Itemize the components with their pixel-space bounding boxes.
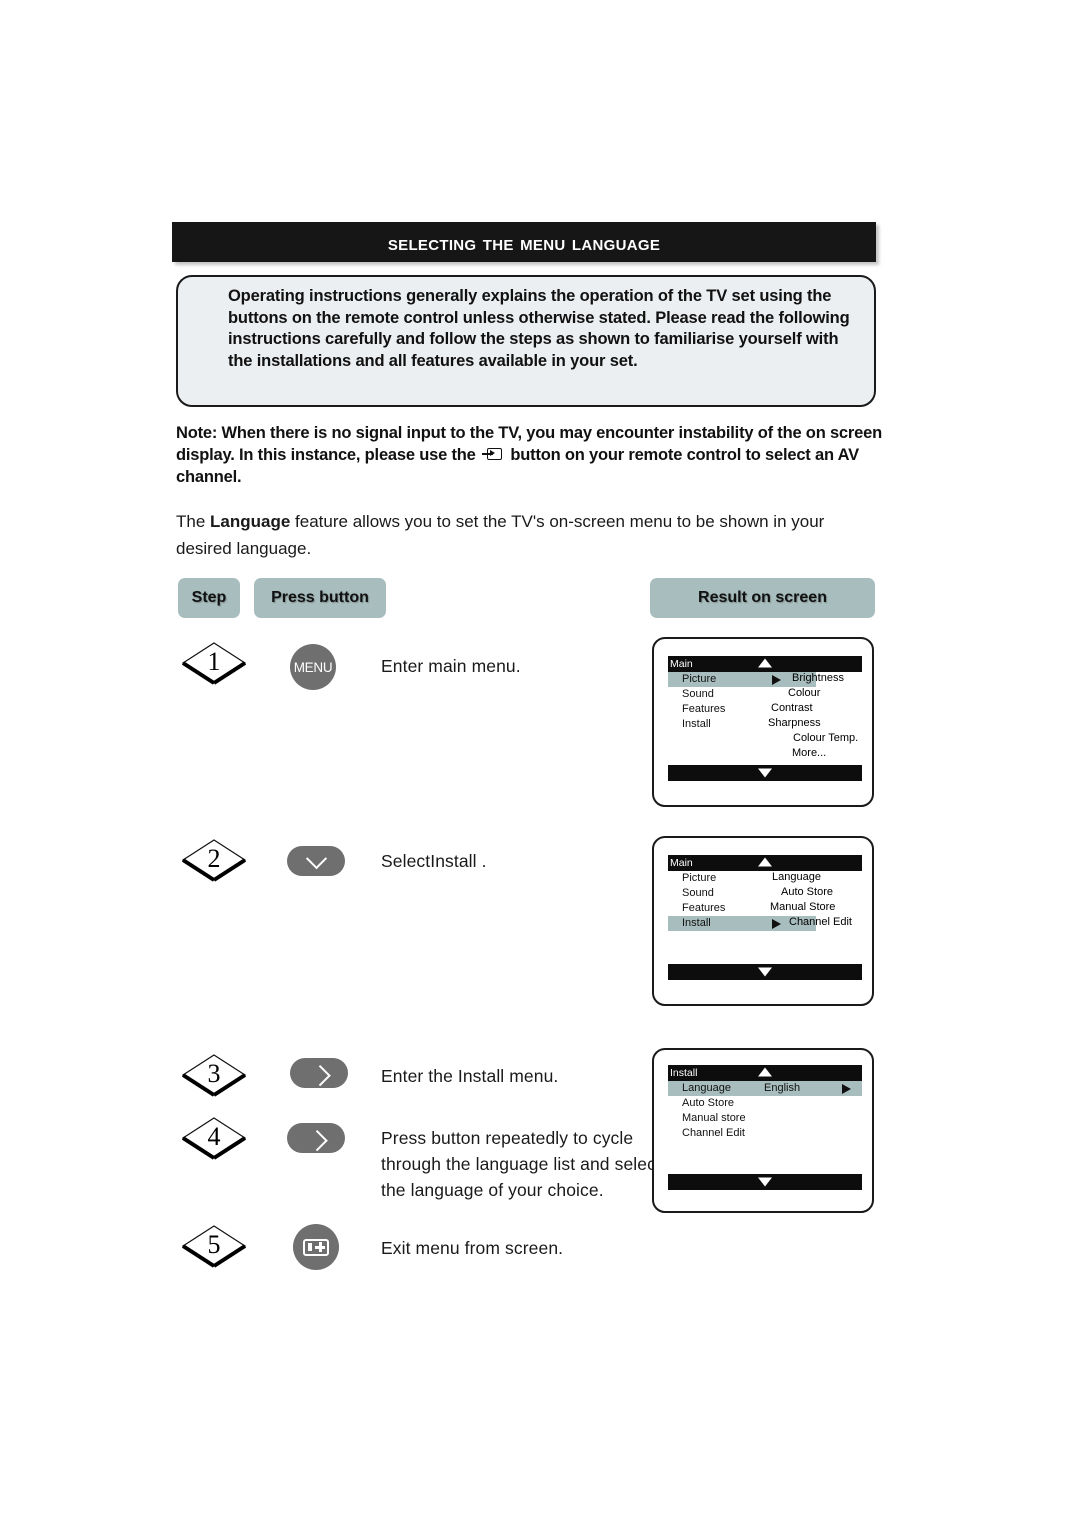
osd-menu-1: Main Picture Sound Features Install Brig… (668, 656, 862, 781)
osd-submenu-item[interactable]: Language (772, 871, 821, 883)
scroll-down-icon (758, 768, 772, 778)
osd-row-left: Channel Edit (682, 1127, 745, 1139)
osd-header-bar-1: Main (668, 656, 862, 672)
osd-submenu-item[interactable]: Contrast (771, 702, 813, 714)
step-number-1: 1 (207, 647, 221, 676)
osd-row-left: Sound (682, 688, 714, 700)
osd-row-left: Install (682, 917, 711, 929)
osd-row-value[interactable]: English (764, 1081, 800, 1096)
osd-row[interactable]: Sound (668, 687, 862, 702)
menu-button[interactable]: MENU (290, 644, 336, 690)
av-input-icon (482, 448, 504, 462)
header-press-button: Press button (254, 578, 386, 618)
step-description-1: Enter main menu. (381, 656, 521, 676)
osd-row[interactable]: Manual store (668, 1111, 862, 1126)
osd-menu-2: Main Picture Sound Features Install Lang… (668, 855, 862, 980)
right-chevron-icon (306, 1129, 328, 1151)
right-chevron-icon (309, 1064, 331, 1086)
osd-row-left: Sound (682, 887, 714, 899)
osd-footer-bar-3 (668, 1174, 862, 1190)
osd-header-title-1: Main (670, 658, 693, 670)
osd-rows-2: Picture Sound Features Install Language … (668, 871, 862, 964)
menu-button-label: MENU (293, 659, 333, 675)
osd-submenu-item[interactable]: Manual Store (770, 901, 835, 913)
osd-row[interactable]: Features (668, 702, 862, 717)
av-exit-icon (303, 1238, 329, 1256)
osd-row[interactable]: Picture (668, 871, 862, 886)
submenu-arrow-icon (772, 918, 781, 929)
intro-text: Operating instructions generally explain… (228, 287, 850, 370)
osd-header-bar-2: Main (668, 855, 862, 871)
osd-submenu-item[interactable]: Sharpness (768, 717, 821, 729)
osd-row-left: Manual store (682, 1112, 746, 1124)
manual-page: Selecting the Menu Language Operating in… (0, 0, 1080, 1528)
osd-submenu-item[interactable]: Colour (788, 687, 820, 699)
osd-submenu-item[interactable]: Auto Store (781, 886, 833, 898)
osd-header-title-3: Install (670, 1067, 698, 1079)
step-number-diamond-3: 3 (181, 1053, 247, 1097)
tv-screen-1: Main Picture Sound Features Install Brig… (652, 637, 874, 807)
page-title: Selecting the Menu Language (387, 230, 661, 255)
osd-submenu-item[interactable]: More... (792, 747, 826, 759)
scroll-down-icon (758, 967, 772, 977)
osd-row[interactable]: Language English (668, 1081, 862, 1096)
submenu-arrow-icon (772, 674, 781, 685)
osd-submenu-item[interactable]: Channel Edit (789, 916, 852, 928)
down-button[interactable] (287, 846, 345, 876)
osd-row[interactable]: Install (668, 717, 862, 732)
osd-rows-3: Language English Auto Store Manual store… (668, 1081, 862, 1174)
osd-row-left: Auto Store (682, 1097, 734, 1109)
osd-row-left: Language (682, 1082, 731, 1094)
scroll-up-icon (758, 857, 772, 867)
step-description-4: Press button repeatedly to cycle through… (381, 1128, 661, 1200)
step-number-5: 5 (207, 1230, 221, 1259)
scroll-up-icon (758, 658, 772, 668)
osd-footer-bar-2 (668, 964, 862, 980)
submenu-arrow-icon (842, 1083, 851, 1094)
osd-row-left: Install (682, 718, 711, 730)
osd-footer-bar-1 (668, 765, 862, 781)
osd-header-bar-3: Install (668, 1065, 862, 1081)
page-title-bar: Selecting the Menu Language (172, 222, 876, 262)
language-paragraph: The Language feature allows you to set t… (176, 508, 882, 562)
tv-screen-2: Main Picture Sound Features Install Lang… (652, 836, 874, 1006)
step-number-diamond-4: 4 (181, 1116, 247, 1160)
scroll-down-icon (758, 1177, 772, 1187)
av-exit-button[interactable] (293, 1224, 339, 1270)
step-number-diamond-1: 1 (181, 641, 247, 685)
step-number-diamond-2: 2 (181, 838, 247, 882)
osd-row-left: Picture (682, 673, 717, 685)
note-paragraph: Note: When there is no signal input to t… (176, 422, 882, 488)
tv-screen-3: Install Language English Auto Store Manu… (652, 1048, 874, 1213)
step-number-diamond-5: 5 (181, 1224, 247, 1268)
language-keyword: Language (210, 512, 291, 531)
scroll-up-icon (758, 1067, 772, 1077)
step-number-4: 4 (207, 1122, 221, 1151)
right-button-step3[interactable] (290, 1058, 348, 1088)
step-number-2: 2 (207, 844, 221, 873)
step-number-3: 3 (207, 1059, 221, 1088)
osd-row[interactable]: Auto Store (668, 1096, 862, 1111)
language-paragraph-before: The (176, 512, 211, 531)
step-description-3: Enter the Install menu. (381, 1066, 559, 1086)
osd-row-left: Features (682, 902, 726, 914)
osd-row-left: Features (682, 703, 726, 715)
osd-row-left: Picture (682, 872, 717, 884)
header-result-on-screen: Result on screen (650, 578, 875, 618)
osd-menu-3: Install Language English Auto Store Manu… (668, 1065, 862, 1190)
osd-submenu-item[interactable]: Colour Temp. (793, 732, 858, 744)
osd-row[interactable]: Channel Edit (668, 1126, 862, 1141)
header-step: Step (178, 578, 240, 618)
osd-header-title-2: Main (670, 857, 693, 869)
step-description-2: SelectInstall . (381, 851, 487, 871)
osd-rows-1: Picture Sound Features Install Brightnes… (668, 672, 862, 765)
down-chevron-icon (305, 847, 327, 869)
osd-submenu-item[interactable]: Brightness (792, 672, 844, 684)
right-button-step4[interactable] (287, 1123, 345, 1153)
step-description-5: Exit menu from screen. (381, 1238, 564, 1258)
